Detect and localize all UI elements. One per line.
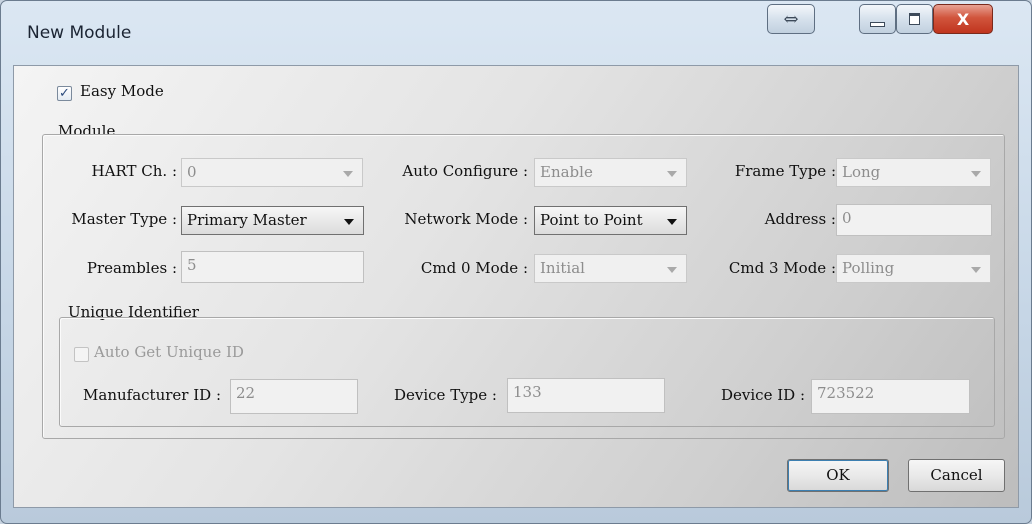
cancel-button[interactable]: Cancel	[908, 459, 1005, 492]
title-bar[interactable]: New Module ⇔ X	[1, 1, 1031, 71]
resize-toggle-button[interactable]: ⇔	[767, 4, 815, 34]
address-field: 0	[836, 204, 992, 236]
device-type-field: 133	[507, 378, 665, 413]
auto-get-unique-id-label: Auto Get Unique ID	[94, 343, 244, 361]
dialog-client-area: ✓ Easy Mode Module HART Ch. : 0 Auto Con…	[13, 65, 1019, 508]
frame-type-combo: Long	[836, 158, 991, 187]
close-button[interactable]: X	[933, 4, 993, 34]
double-arrow-icon: ⇔	[783, 8, 799, 30]
cmd3-mode-combo: Polling	[836, 254, 991, 283]
cmd3-mode-label: Cmd 3 Mode :	[728, 259, 836, 277]
auto-get-unique-id-checkbox	[74, 347, 89, 362]
address-label: Address :	[764, 210, 836, 228]
chevron-down-icon	[343, 171, 353, 177]
preambles-label: Preambles :	[86, 259, 177, 277]
auto-configure-combo: Enable	[534, 158, 687, 187]
ok-button[interactable]: OK	[787, 459, 889, 492]
new-module-dialog: New Module ⇔ X ✓ Easy Mode Module HART C…	[0, 0, 1032, 524]
master-type-combo[interactable]: Primary Master	[181, 206, 364, 235]
network-mode-combo[interactable]: Point to Point	[534, 206, 687, 235]
easy-mode-label[interactable]: Easy Mode	[80, 82, 164, 100]
auto-configure-label: Auto Configure :	[402, 162, 528, 180]
chevron-down-icon	[971, 267, 981, 273]
chevron-down-icon	[344, 219, 354, 225]
chevron-down-icon	[667, 267, 677, 273]
network-mode-label: Network Mode :	[404, 210, 528, 228]
manufacturer-id-label: Manufacturer ID :	[83, 386, 221, 404]
cmd0-mode-combo: Initial	[534, 254, 687, 283]
easy-mode-checkbox[interactable]: ✓	[57, 86, 72, 101]
check-icon: ✓	[59, 86, 70, 101]
device-id-field: 723522	[811, 379, 970, 414]
cmd0-mode-label: Cmd 0 Mode :	[420, 259, 528, 277]
frame-type-label: Frame Type :	[734, 162, 836, 180]
chevron-down-icon	[667, 219, 677, 225]
maximize-icon	[909, 13, 920, 25]
preambles-field[interactable]: 5	[181, 251, 364, 283]
close-icon: X	[956, 9, 970, 29]
device-type-label: Device Type :	[393, 386, 497, 404]
chevron-down-icon	[667, 171, 677, 177]
minimize-icon	[870, 21, 885, 27]
window-title: New Module	[27, 23, 132, 43]
master-type-label: Master Type :	[71, 210, 177, 228]
hart-ch-combo: 0	[181, 158, 363, 187]
manufacturer-id-field: 22	[230, 379, 358, 414]
device-id-label: Device ID :	[721, 386, 805, 404]
chevron-down-icon	[971, 171, 981, 177]
minimize-button[interactable]	[859, 4, 896, 34]
hart-ch-label: HART Ch. :	[91, 162, 177, 180]
maximize-button[interactable]	[896, 4, 933, 34]
